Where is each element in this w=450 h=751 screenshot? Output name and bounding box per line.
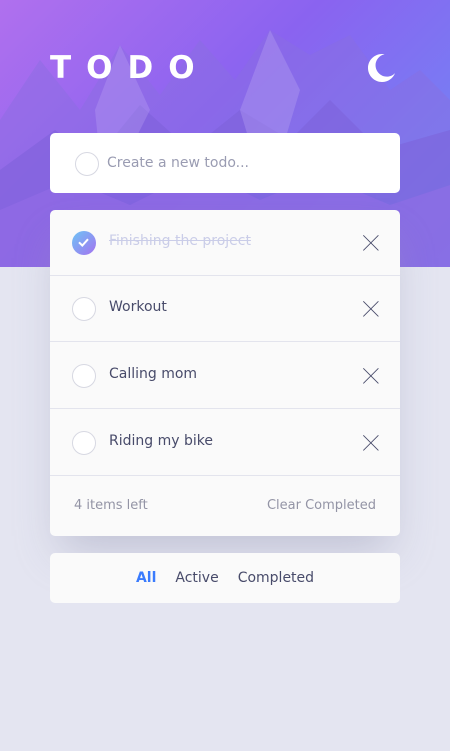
todo-item[interactable]: Finishing the project (50, 210, 400, 276)
new-todo-bar (50, 133, 400, 193)
new-todo-input[interactable] (107, 151, 377, 175)
todo-text: Workout (109, 299, 167, 315)
todo-text: Riding my bike (109, 433, 213, 449)
todo-text: Finishing the project (109, 233, 251, 249)
filter-all-button[interactable]: All (136, 570, 156, 586)
close-icon[interactable] (363, 435, 379, 451)
todo-item[interactable]: Calling mom (50, 343, 400, 409)
todo-checkbox[interactable] (72, 297, 96, 321)
new-todo-check-circle[interactable] (75, 152, 99, 176)
close-icon[interactable] (363, 368, 379, 384)
theme-toggle-button[interactable] (368, 54, 396, 82)
todo-item[interactable]: Riding my bike (50, 410, 400, 476)
todo-list: Finishing the project Workout Calling mo… (50, 210, 400, 536)
todo-checkbox[interactable] (72, 431, 96, 455)
todo-checkbox-checked[interactable] (72, 231, 96, 255)
close-icon[interactable] (363, 235, 379, 251)
todo-checkbox[interactable] (72, 364, 96, 388)
list-footer: 4 items left Clear Completed (50, 477, 400, 536)
close-icon[interactable] (363, 301, 379, 317)
items-left-count: 4 items left (74, 498, 148, 513)
app-title: TODO (50, 50, 210, 86)
check-icon (78, 238, 89, 247)
moon-icon (368, 54, 396, 82)
clear-completed-button[interactable]: Clear Completed (267, 498, 376, 513)
filter-bar: All Active Completed (50, 553, 400, 603)
todo-item[interactable]: Workout (50, 276, 400, 342)
todo-text: Calling mom (109, 366, 198, 382)
filter-completed-button[interactable]: Completed (238, 570, 314, 586)
filter-active-button[interactable]: Active (175, 570, 218, 586)
